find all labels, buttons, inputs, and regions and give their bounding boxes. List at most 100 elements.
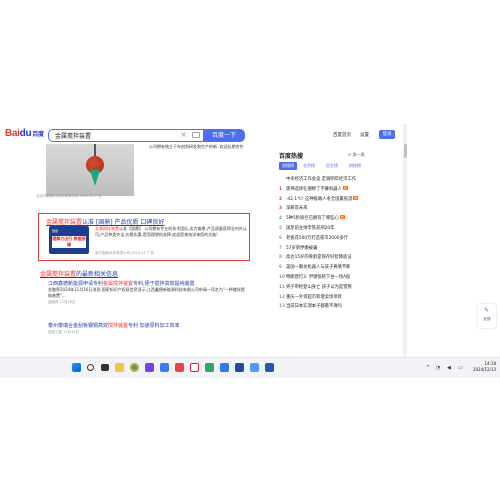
ad-result-title[interactable]: 金属搅拌装置认准 [国鼎] 产品优质 口碑良好 [46, 217, 164, 226]
hot-search-item[interactable]: 7 57岁荣伊娜被骗 [279, 244, 379, 254]
hot-search-item[interactable]: 9 美国一聊关机器人与孩子真情不断 [279, 263, 379, 273]
hot-rank: 13 [279, 304, 285, 310]
hot-search-item[interactable]: 1 奥神选择在捆绑了字幕机器人热 [279, 185, 379, 195]
feedback-icon: ✎ [484, 307, 490, 314]
hot-tag: 热 [342, 185, 348, 190]
search-button[interactable]: 百度一下 [203, 129, 245, 142]
search-header: Baidu百度 金属搅拌装置 × 百度一下 百度首页 设置 登录 [0, 124, 500, 144]
search-icon[interactable] [87, 364, 94, 371]
hot-search-item[interactable]: 10特朗普打3: 尹锡悦将下台一场A股 [279, 273, 379, 283]
hot-rank: 7 [279, 245, 282, 251]
ad-snippet-highlight: 金属搅拌装置 [95, 226, 119, 231]
hot-rank: 11 [279, 284, 285, 290]
ad-thumbnail-text: 理解力出行 数据接辅 [52, 236, 86, 248]
news-headline: 泰州泰瑞合金刮板钢铜高效搅拌装置专利 加速原料加工效率 [48, 322, 248, 329]
app-icon-blue-2[interactable] [220, 363, 229, 372]
hot-search-item[interactable]: 12重庆一外资超市新增卖场项目 [279, 293, 379, 303]
hot-rank: 6 [279, 235, 282, 241]
hot-item-text: 国足前主帅李铁获刑20年 [286, 225, 335, 231]
app-icon-purple[interactable] [145, 363, 154, 372]
ad-thumbnail[interactable]: 国鼎 理解力出行 数据接辅 [49, 226, 89, 254]
clock[interactable]: 14:18 2024/12/13 [470, 361, 496, 373]
app-icon-dark-blue[interactable] [265, 363, 274, 372]
news-source: 证券之星 12月12日 [48, 330, 80, 334]
camera-icon[interactable] [192, 132, 200, 138]
result-image[interactable] [46, 144, 134, 196]
search-input-value: 金属搅拌装置 [55, 133, 92, 140]
logo-text: Bai [5, 128, 20, 139]
wps-icon[interactable] [190, 363, 199, 372]
hot-item-text: 深耕及未来 [286, 206, 308, 212]
app-icon-light-blue[interactable] [250, 363, 259, 372]
hot-search-item[interactable]: 13当前日本实测本子都看不清吗 [279, 302, 379, 312]
result-meta: 北京华鼎旅行科技有限公司 2024-12 广告 [36, 194, 102, 199]
browser-viewport: Baidu百度 金属搅拌装置 × 百度一下 百度首页 设置 登录 公司拥有独立于… [0, 124, 500, 378]
wifi-icon[interactable]: ◔ [436, 365, 440, 371]
news-item[interactable]: 江西鑫德新能源申请专利金属搅拌装置专利,便于搅拌高效提纯装置 金融界2024年1… [48, 280, 248, 305]
app-icon-red[interactable] [175, 363, 184, 372]
hot-search-item[interactable]: 5 国足前主帅李铁获刑20年 [279, 224, 379, 234]
result-snippet: 公司拥有独立于年创利研发和生产的新 ,欢迎长期合作 [149, 144, 244, 149]
ad-label: 广告 [94, 194, 102, 198]
ad-label: 广告 [146, 251, 154, 255]
tab-hot[interactable]: 热搜榜 [279, 162, 297, 170]
taskbar: ^ ◔ ◀ ▭ 14:18 2024/12/13 [0, 357, 500, 378]
hot-tag: 新 [353, 195, 359, 200]
hot-item-text: 奥神选择在捆绑了字幕机器人 [286, 186, 342, 192]
hot-search-item[interactable]: 中央经济工作会议 定调明年经济工作 [279, 175, 379, 185]
file-explorer-icon[interactable] [115, 363, 124, 372]
ad-meta: 南宁国鼎科技有限公司 2024-12 广告 [95, 251, 154, 256]
refresh-button[interactable]: ⟳ 换一换 [348, 152, 365, 158]
hot-search-item[interactable]: 2 -42.1℃! 这种极端人冬全国最低温新 [279, 195, 379, 205]
hot-search-item[interactable]: 8 高达15岁的骨龄是保存好智障底证 [279, 253, 379, 263]
login-button[interactable]: 登录 [379, 130, 395, 139]
search-input[interactable]: 金属搅拌装置 × [48, 129, 204, 142]
logo-du: du [19, 128, 32, 139]
tab-finance[interactable]: 财经榜 [349, 162, 361, 170]
hot-rank: 5 [279, 225, 282, 231]
feedback-button[interactable]: ✎ 反馈 [478, 304, 496, 328]
ad-result-card: 金属搅拌装置认准 [国鼎] 产品优质 口碑良好 国鼎 理解力出行 数据接辅 金属… [38, 213, 250, 261]
task-view-icon[interactable] [101, 364, 109, 371]
hot-rank: 3 [279, 206, 282, 212]
link-settings[interactable]: 设置 [360, 132, 369, 138]
hot-rank: 4 [279, 216, 282, 222]
chrome-icon[interactable] [130, 363, 139, 372]
hot-item-text: 5种5秒商拦已拥有了哪些心 [286, 216, 339, 222]
windows-start-icon[interactable] [72, 363, 81, 372]
hot-search-item[interactable]: 4 5种5秒商拦已拥有了哪些心热 [279, 214, 379, 224]
hot-search-item[interactable]: 3 深耕及未来 [279, 204, 379, 214]
close-icon[interactable]: × [180, 130, 187, 139]
news-item[interactable]: 泰州泰瑞合金刮板钢铜高效搅拌装置专利 加速原料加工效率 证券之星 12月12日 [48, 322, 248, 335]
news-headline: 江西鑫德新能源申请专利金属搅拌装置专利,便于搅拌高效提纯装置 [48, 280, 248, 287]
news-source: 金融界 11月16日 [48, 300, 76, 304]
ad-meta-source: 南宁国鼎科技有限公司 2024-12 [95, 251, 146, 255]
hot-item-text: 高达15岁的骨龄是保存好智障底证 [286, 255, 352, 261]
hot-item-text: 57岁荣伊娜被骗 [286, 245, 318, 251]
news-section-title[interactable]: 金属搅拌装置的最新相关信息 [40, 269, 118, 278]
result-card-top: 公司拥有独立于年创利研发和生产的新 ,欢迎长期合作 北京华鼎旅行科技有限公司 2… [36, 144, 251, 202]
hot-rank: 12 [279, 294, 285, 300]
chevron-up-icon[interactable]: ^ [426, 365, 430, 371]
hot-search-list: 中央经济工作会议 定调明年经济工作 1 奥神选择在捆绑了字幕机器人热 2 -42.1℃!… [279, 175, 379, 312]
hot-item-text: 特朗普打3: 尹锡悦将下台一场A股 [286, 274, 351, 280]
search-results: 公司拥有独立于年创利研发和生产的新 ,欢迎长期合作 北京华鼎旅行科技有限公司 2… [36, 144, 251, 378]
hot-search-item[interactable]: 6 老板花500万打造夜市2000多斤 [279, 234, 379, 244]
app-icon-blue[interactable] [160, 363, 169, 372]
scrollbar-thumb[interactable] [403, 144, 407, 158]
ad-title-rest: 认准 [国鼎] 产品优质 口碑良好 [82, 219, 165, 226]
link-home[interactable]: 百度首页 [333, 132, 351, 138]
tab-livelihood[interactable]: 民生榜 [326, 162, 338, 170]
tab-beijing[interactable]: 北京榜 [303, 162, 315, 170]
hot-search-item[interactable]: 11男子带枪登山身亡 孩子以为是猎熊 [279, 283, 379, 293]
hot-item-text: 美国一聊关机器人与孩子真情不断 [286, 265, 351, 271]
app-icon-green[interactable] [205, 363, 214, 372]
volume-icon[interactable]: ◀ [447, 365, 451, 371]
logo-cn: 百度 [32, 132, 44, 138]
battery-icon[interactable]: ▭ [458, 365, 463, 371]
baidu-logo[interactable]: Baidu百度 [5, 128, 44, 139]
scrollbar[interactable] [403, 124, 407, 378]
image-cone [90, 170, 100, 186]
news-title-highlight: 金属搅拌装置 [40, 271, 77, 278]
photoshop-icon[interactable] [235, 363, 244, 372]
